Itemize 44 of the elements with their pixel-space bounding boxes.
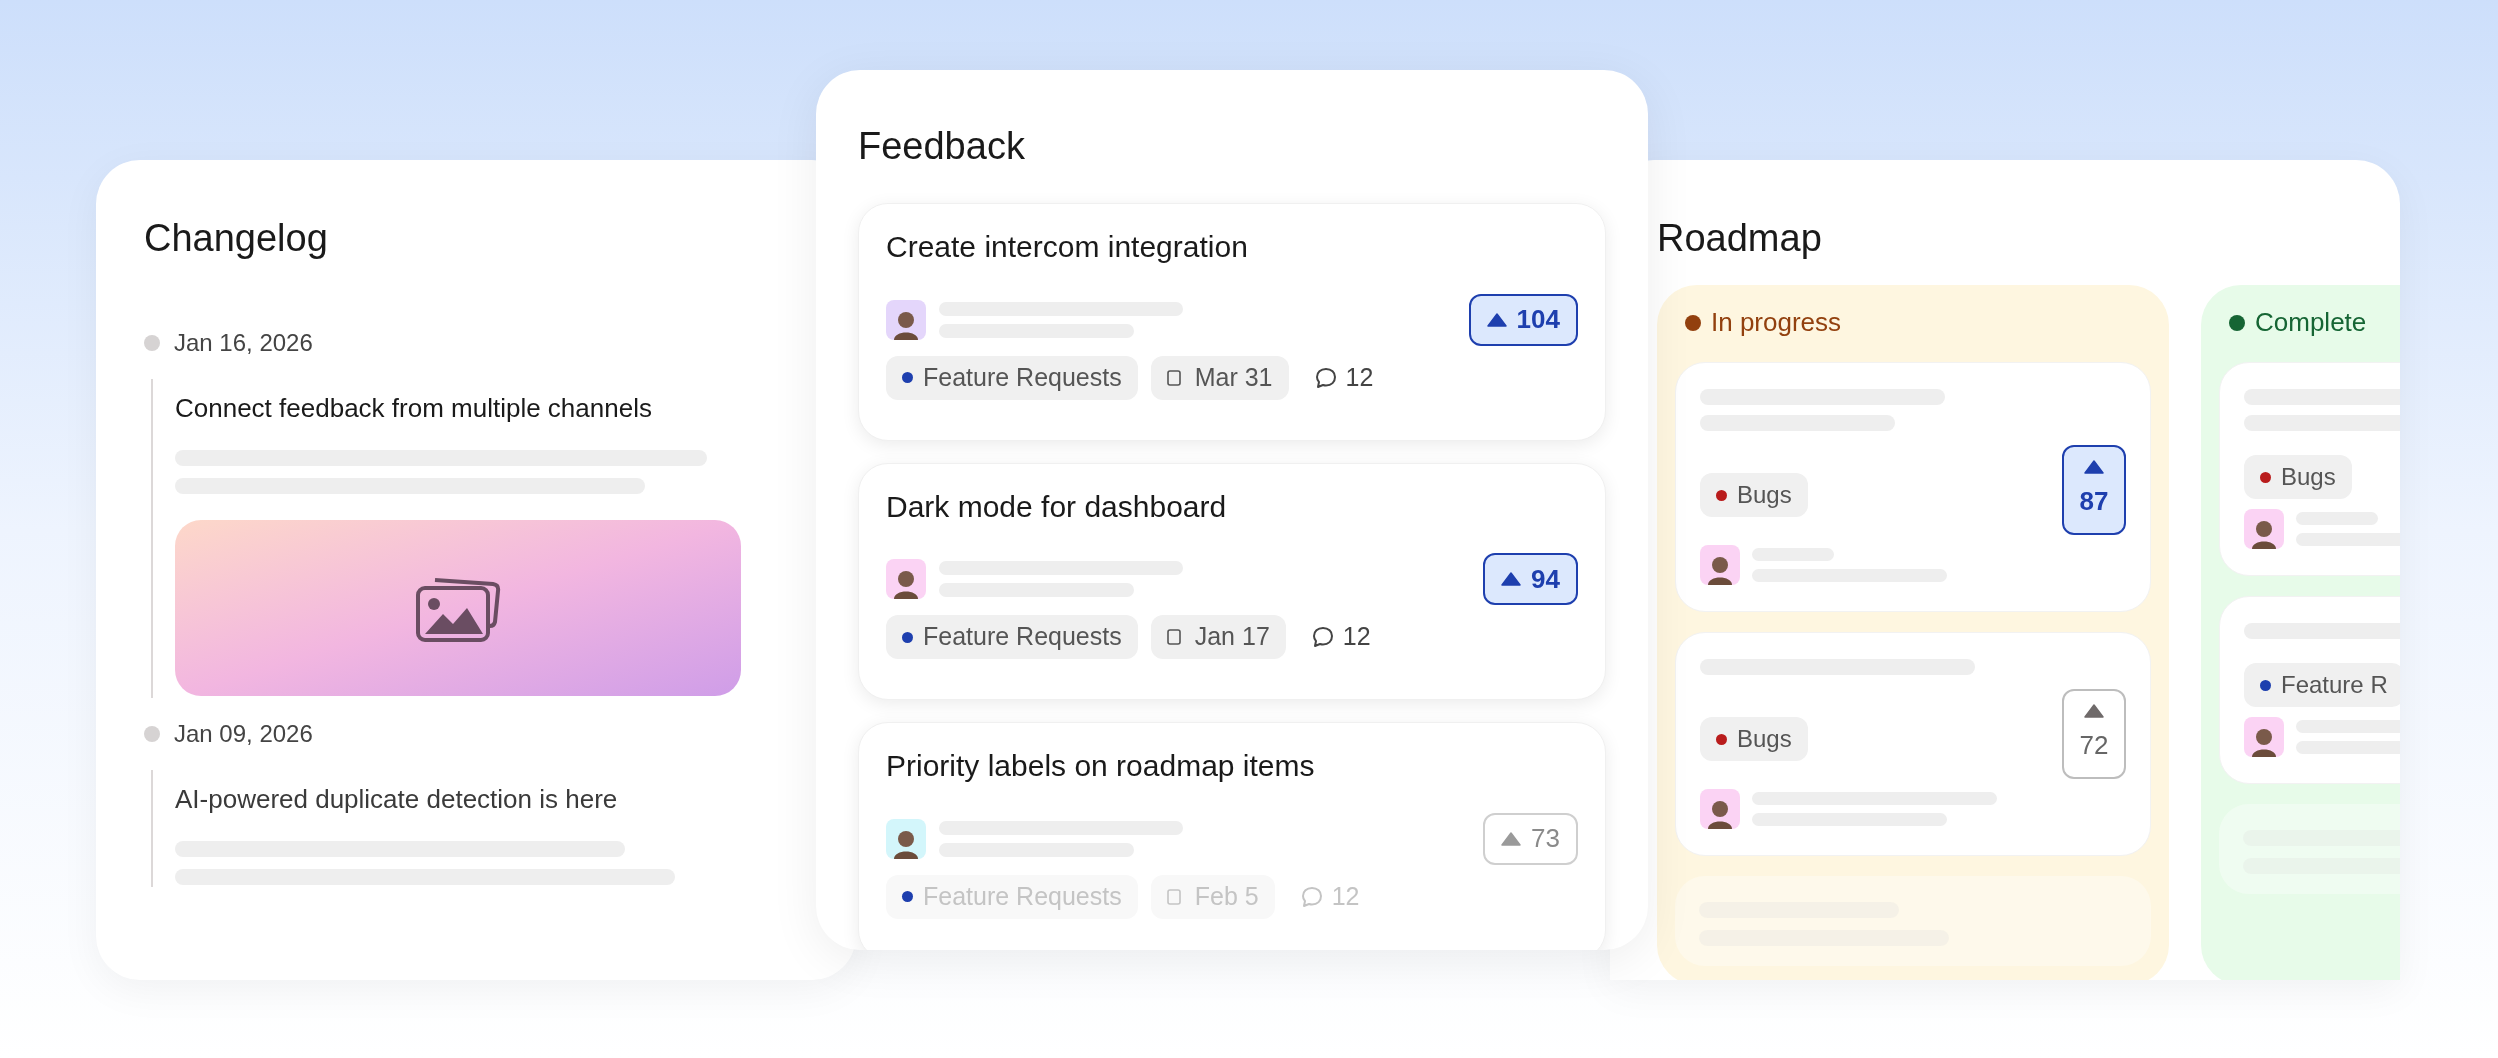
upvote-icon	[1501, 831, 1522, 846]
comment-count: 12	[1310, 618, 1371, 656]
entry-date: Jan 09, 2026	[174, 719, 313, 749]
upvote-button[interactable]: 104	[1468, 293, 1578, 346]
date-tag: Mar 31	[1150, 355, 1289, 400]
upvote-button[interactable]: 72	[2062, 689, 2126, 779]
category-tag: Bugs	[1700, 473, 1808, 517]
comment-icon	[1310, 625, 1335, 649]
entry-headline: AI-powered duplicate detection is here	[175, 783, 619, 816]
upvote-icon	[2084, 459, 2104, 474]
entry-date: Jan 16, 2026	[174, 328, 313, 358]
post-title: Dark mode for dashboard	[886, 488, 1228, 525]
roadmap-card[interactable]: Bugs 87	[1675, 362, 2151, 612]
feedback-card[interactable]: Dark mode for dashboard 94 Feature Requests Jan 17 12	[858, 462, 1606, 700]
category-tag: Feature R	[2244, 663, 2400, 707]
comment-icon	[1299, 884, 1324, 909]
date-tag: Jan 17	[1150, 615, 1286, 659]
roadmap-card[interactable]: Bugs	[2219, 362, 2400, 576]
comment-icon	[1313, 365, 1338, 390]
column-title: Complete	[2255, 306, 2367, 339]
category-tag: Feature Requests	[886, 615, 1138, 659]
upvote-icon	[1501, 572, 1522, 586]
square-icon	[1166, 888, 1181, 905]
comment-count: 12	[1313, 358, 1374, 397]
upvote-icon	[1486, 312, 1507, 327]
feedback-card[interactable]: Create intercom integration 104 Feature Requests Mar 31 12	[858, 203, 1606, 441]
category-tag: Feature Requests	[886, 355, 1138, 400]
panel-title: Changelog	[144, 216, 329, 261]
roadmap-card[interactable]: Bugs 72	[1675, 632, 2151, 856]
comment-count: 12	[1299, 877, 1360, 916]
entry-headline: Connect feedback from multiple channels	[175, 392, 653, 425]
square-icon	[1166, 629, 1181, 645]
roadmap-card[interactable]: Feature R	[2219, 596, 2400, 784]
square-icon	[1166, 369, 1181, 386]
upvote-icon	[2084, 703, 2104, 718]
category-tag: Bugs	[1700, 717, 1808, 761]
post-title: Create intercom integration	[886, 229, 1249, 265]
post-title: Priority labels on roadmap items	[886, 748, 1316, 784]
panel-title: Feedback	[858, 124, 1026, 169]
column-title: In progress	[1711, 306, 1842, 339]
upvote-button[interactable]: 87	[2062, 445, 2126, 535]
panel-title: Roadmap	[1657, 216, 1823, 261]
category-tag: Bugs	[2244, 455, 2352, 499]
upvote-button[interactable]: 94	[1483, 553, 1578, 605]
